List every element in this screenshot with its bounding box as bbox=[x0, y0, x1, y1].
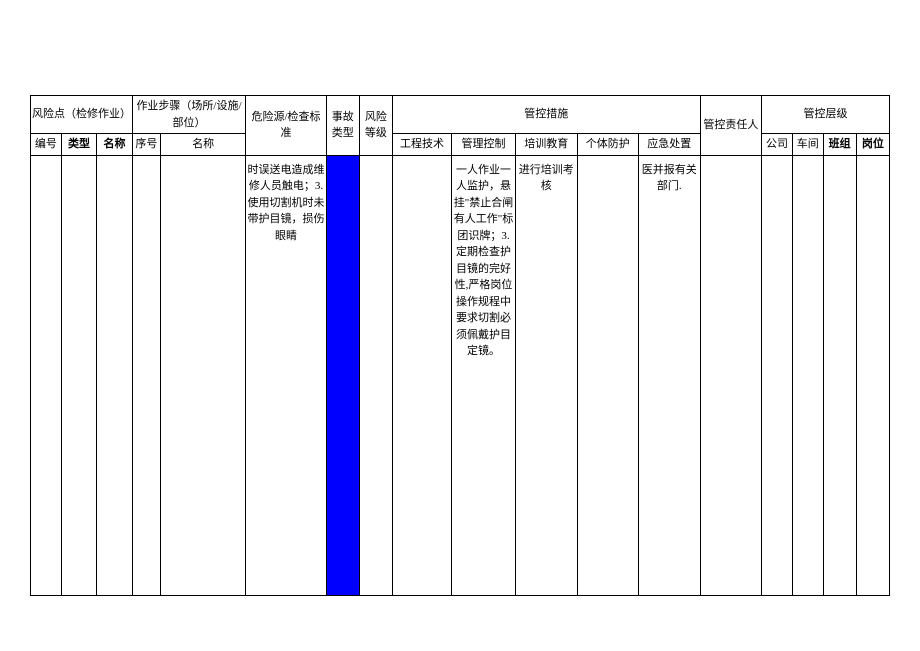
header-ppe: 个体防护 bbox=[577, 134, 639, 156]
header-work-step: 作业步骤（场所/设施/部位） bbox=[132, 96, 246, 134]
cell-name bbox=[97, 155, 132, 595]
cell-step-name bbox=[161, 155, 246, 595]
header-risk-level: 风险等级 bbox=[359, 96, 392, 156]
cell-post bbox=[856, 155, 889, 595]
cell-engineering bbox=[392, 155, 451, 595]
header-training: 培训教育 bbox=[515, 134, 577, 156]
header-control-measures: 管控措施 bbox=[392, 96, 700, 134]
header-accident-type: 事故类型 bbox=[326, 96, 359, 156]
header-control-level: 管控层级 bbox=[762, 96, 890, 134]
table-header: 风险点（检修作业） 作业步骤（场所/设施/部位） 危险源/检查标准 事故类型 风… bbox=[31, 96, 890, 156]
cell-workshop bbox=[792, 155, 823, 595]
cell-emergency: 医并报有关部门. bbox=[639, 155, 701, 595]
header-company: 公司 bbox=[762, 134, 793, 156]
header-emergency: 应急处置 bbox=[639, 134, 701, 156]
cell-company bbox=[762, 155, 793, 595]
header-responsible: 管控责任人 bbox=[700, 96, 762, 156]
header-name: 名称 bbox=[97, 134, 132, 156]
header-engineering: 工程技术 bbox=[392, 134, 451, 156]
cell-num bbox=[31, 155, 62, 595]
cell-responsible bbox=[700, 155, 762, 595]
cell-type bbox=[61, 155, 96, 595]
header-type: 类型 bbox=[61, 134, 96, 156]
table-row: 时误送电造成维修人员触电；3.使用切割机时未带护目镜，损伤眼睛 一人作业一人监护… bbox=[31, 155, 890, 595]
header-management: 管理控制 bbox=[452, 134, 516, 156]
cell-training: 进行培训考核 bbox=[515, 155, 577, 595]
cell-seq bbox=[132, 155, 160, 595]
cell-accident-type bbox=[326, 155, 359, 595]
header-num: 编号 bbox=[31, 134, 62, 156]
cell-ppe bbox=[577, 155, 639, 595]
header-team: 班组 bbox=[823, 134, 856, 156]
cell-management: 一人作业一人监护，悬挂"禁止合闸有人工作"标团识牌；3. 定期检查护目镜的完好性… bbox=[452, 155, 516, 595]
header-seq: 序号 bbox=[132, 134, 160, 156]
header-post: 岗位 bbox=[856, 134, 889, 156]
cell-team bbox=[823, 155, 856, 595]
cell-risk-level bbox=[359, 155, 392, 595]
header-hazard: 危险源/检查标准 bbox=[246, 96, 326, 156]
cell-hazard: 时误送电造成维修人员触电；3.使用切割机时未带护目镜，损伤眼睛 bbox=[246, 155, 326, 595]
header-workshop: 车间 bbox=[792, 134, 823, 156]
header-step-name: 名称 bbox=[161, 134, 246, 156]
header-risk-point: 风险点（检修作业） bbox=[31, 96, 133, 134]
risk-table: 风险点（检修作业） 作业步骤（场所/设施/部位） 危险源/检查标准 事故类型 风… bbox=[30, 95, 890, 596]
